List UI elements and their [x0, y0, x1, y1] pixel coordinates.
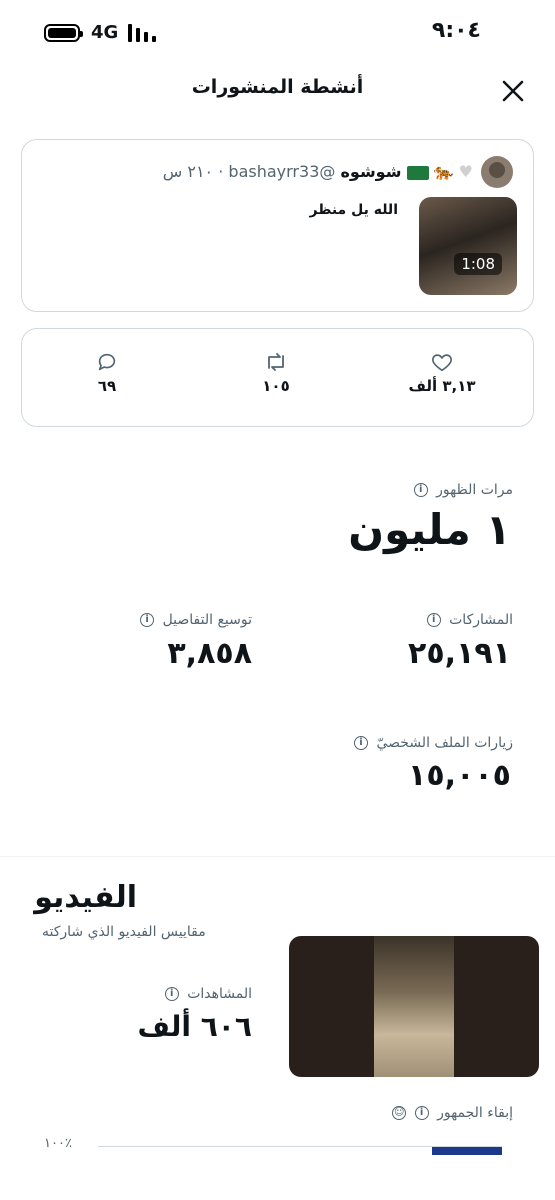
engagement-card: ٣,١٣ ألف ١٠٥ ٦٩ — [21, 328, 534, 427]
detail-expands-value: ٣,٨٥٨ — [167, 636, 252, 671]
retention-percent: ١٠٠٪ — [44, 1136, 72, 1151]
info-icon[interactable]: i — [354, 736, 369, 750]
video-preview[interactable] — [289, 936, 539, 1077]
tweet-header: ♥ 🐅 شوشوه @bashayrr33 · ٢١٠ س — [162, 162, 473, 181]
info-icon[interactable]: i — [164, 987, 179, 1001]
replies-stat[interactable]: ٦٩ — [62, 351, 152, 395]
engagements-label: المشاركات i — [426, 612, 513, 628]
battery-icon — [44, 24, 83, 42]
video-section-subtitle: مقاييس الفيديو الذي شاركته — [42, 924, 206, 940]
tweet-video-thumbnail[interactable]: 1:08 — [419, 197, 517, 295]
reply-icon — [98, 353, 116, 371]
tweet-handle: @bashayrr33 — [228, 162, 336, 181]
retention-bar — [432, 1147, 502, 1155]
tiger-emoji-icon: 🐅 — [433, 162, 454, 181]
section-divider — [0, 856, 555, 857]
retweets-stat[interactable]: ١٠٥ — [231, 351, 321, 395]
info-icon[interactable]: i — [140, 613, 155, 627]
heart-emoji-icon: ♥ — [458, 162, 473, 181]
retweets-count: ١٠٥ — [262, 377, 290, 395]
info-icon[interactable]: i — [426, 613, 441, 627]
video-duration: 1:08 — [454, 253, 502, 275]
info-icon[interactable]: i — [414, 1106, 429, 1120]
heart-icon — [432, 354, 452, 372]
video-section-title: الفيديو — [34, 880, 137, 915]
retention-label: إبقاء الجمهور i ☺ — [392, 1105, 513, 1121]
page-title: أنشطة المنشورات — [191, 76, 364, 98]
tweet-author-name: شوشوه — [340, 162, 402, 181]
impressions-value: ١ مليون — [348, 505, 511, 554]
views-label: المشاهدات i — [164, 986, 252, 1002]
avatar[interactable] — [481, 156, 513, 188]
profile-visits-label: زيارات الملف الشخصيّ i — [354, 735, 513, 751]
flag-sa-icon — [406, 165, 429, 180]
impressions-label: مرات الظهور i — [413, 482, 513, 498]
signal-icon — [128, 24, 156, 42]
views-value: ٦٠٦ ألف — [137, 1010, 253, 1043]
likes-count: ٣,١٣ ألف — [408, 377, 476, 395]
close-icon[interactable] — [500, 78, 526, 104]
likes-stat[interactable]: ٣,١٣ ألف — [397, 351, 487, 395]
tweet-time: ٢١٠ س — [162, 162, 214, 181]
replies-count: ٦٩ — [97, 377, 117, 395]
tweet-card[interactable]: ♥ 🐅 شوشوه @bashayrr33 · ٢١٠ س الله يل من… — [21, 139, 534, 312]
tweet-text: الله يل منظر — [309, 202, 399, 218]
engagements-value: ٢٥,١٩١ — [408, 636, 511, 671]
detail-expands-label: توسيع التفاصيل i — [140, 612, 252, 628]
profile-visits-value: ١٥,٠٠٥ — [408, 758, 511, 793]
network-type: 4G — [91, 22, 119, 43]
status-time: ٩:٠٤ — [431, 18, 481, 43]
info-icon[interactable]: i — [413, 483, 428, 497]
retweet-icon — [268, 353, 284, 371]
accessibility-icon[interactable]: ☺ — [392, 1106, 407, 1120]
